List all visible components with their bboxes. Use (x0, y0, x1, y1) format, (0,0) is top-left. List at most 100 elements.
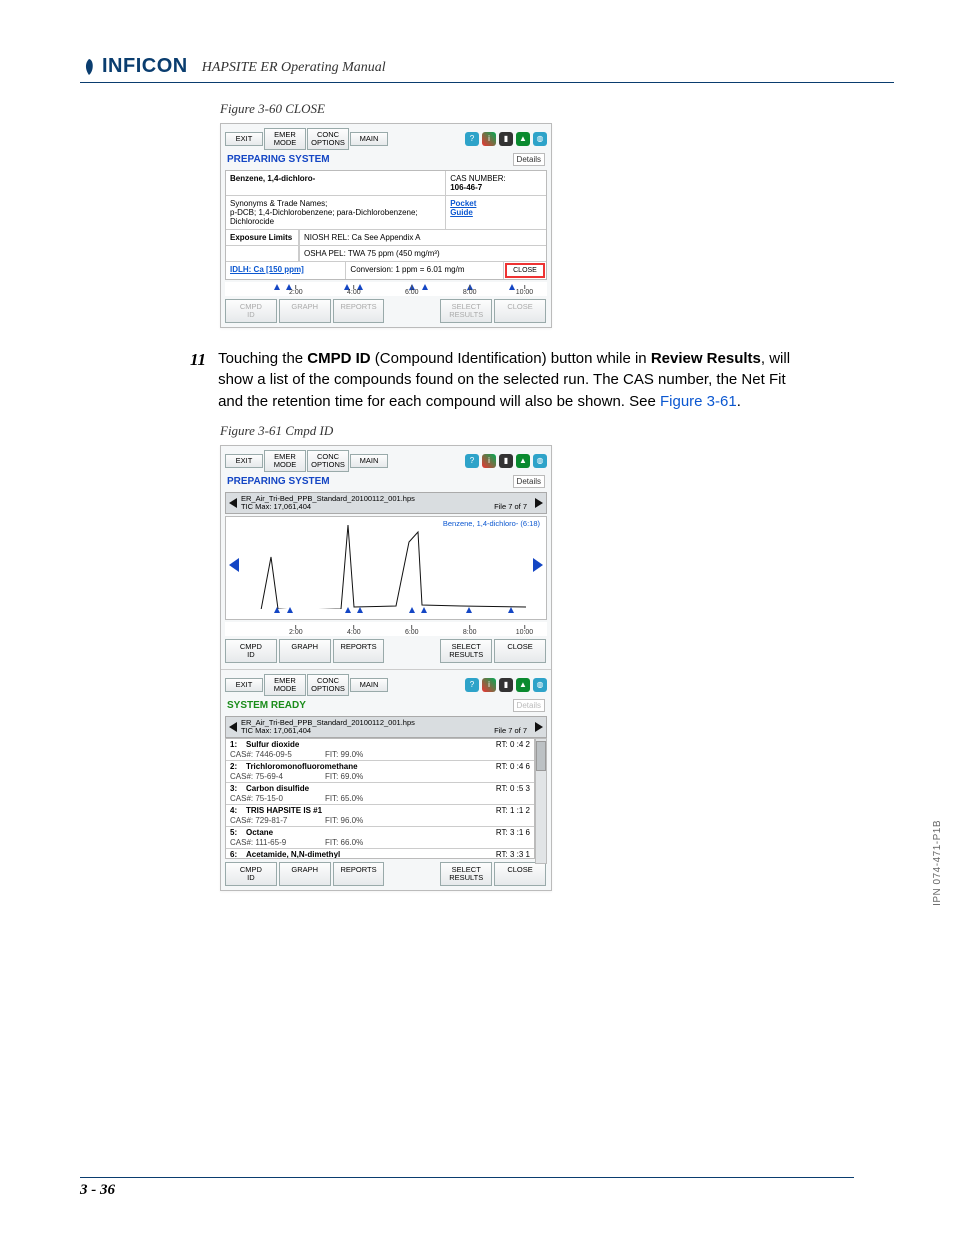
compound-row[interactable]: 5:OctaneRT: 3 :1 6CAS#: 111-65-9FIT: 66.… (226, 827, 534, 849)
pocket-guide-link[interactable]: PocketGuide (450, 199, 476, 217)
info-icon[interactable]: i (482, 678, 496, 692)
cmpd-id-button[interactable]: CMPD ID (225, 639, 277, 663)
emer-mode-button[interactable]: EMER MODE (264, 674, 306, 696)
synonyms-label: Synonyms & Trade Names; (230, 199, 327, 208)
exit-button[interactable]: EXIT (225, 678, 263, 692)
status-green-icon: ▲ (516, 678, 530, 692)
status-bar: PREPARING SYSTEM Details (221, 472, 551, 492)
status-green-icon: ▲ (516, 454, 530, 468)
page-footer: 3 - 36 (80, 1177, 854, 1199)
main-button[interactable]: MAIN (350, 132, 388, 146)
battery-icon: ▮ (499, 132, 513, 146)
select-results-button[interactable]: SELECT RESULTS (440, 862, 492, 886)
file-count: File 7 of 7 (494, 727, 527, 735)
close-button[interactable]: CLOSE (494, 639, 546, 663)
next-file-icon[interactable] (535, 498, 543, 508)
compound-row[interactable]: 1:Sulfur dioxideRT: 0 :4 2CAS#: 7446-09-… (226, 739, 534, 761)
bottom-toolbar: CMPD ID GRAPH REPORTS . SELECT RESULTS C… (225, 299, 547, 323)
time-axis: 2:00 4:00 6:00 8:00 10:00 (225, 622, 547, 636)
compound-row[interactable]: 4:TRIS HAPSITE IS #1RT: 1 :1 2CAS#: 729-… (226, 805, 534, 827)
figure-60-caption: Figure 3-60 CLOSE (220, 101, 894, 117)
ipn-code: IPN 074-471-P1B (932, 820, 943, 906)
scrollbar[interactable] (535, 738, 547, 864)
brand-text: INFICON (102, 55, 188, 78)
details-button[interactable]: Details (513, 153, 545, 166)
brand-logo: INFICON (80, 55, 188, 78)
manual-title: HAPSITE ER Operating Manual (202, 60, 386, 78)
help-icon[interactable]: ? (465, 678, 479, 692)
toolbar: EXIT EMER MODE CONC OPTIONS MAIN ? i ▮ ▲… (221, 669, 551, 696)
tic-max: TIC Max: 17,061,404 (241, 726, 311, 735)
help-icon[interactable]: ? (465, 132, 479, 146)
graph-button[interactable]: GRAPH (279, 639, 331, 663)
graph-button[interactable]: GRAPH (279, 862, 331, 886)
page-header: INFICON HAPSITE ER Operating Manual (80, 55, 894, 83)
prev-file-icon[interactable] (229, 498, 237, 508)
bottom-toolbar: CMPD ID GRAPH REPORTS . SELECT RESULTS C… (225, 639, 547, 663)
compound-list: 1:Sulfur dioxideRT: 0 :4 2CAS#: 7446-09-… (225, 738, 535, 859)
details-button[interactable]: Details (513, 699, 545, 712)
exit-button[interactable]: EXIT (225, 454, 263, 468)
file-header: ER_Air_Tri-Bed_PPB_Standard_20100112_001… (225, 716, 547, 739)
exposure-limits-label: Exposure Limits (226, 230, 299, 245)
close-button[interactable]: CLOSE (494, 862, 546, 886)
reports-button[interactable]: REPORTS (333, 862, 385, 886)
cas-label: CAS NUMBER: (450, 174, 506, 183)
close-button[interactable]: CLOSE (494, 299, 546, 323)
info-icon[interactable]: i (482, 454, 496, 468)
figure-link[interactable]: Figure 3-61 (660, 393, 737, 410)
battery-icon: ▮ (499, 454, 513, 468)
exit-button[interactable]: EXIT (225, 132, 263, 146)
chromatogram-chart: Benzene, 1,4-dichloro- (6:18) (225, 516, 547, 620)
prev-file-icon[interactable] (229, 722, 237, 732)
cmpd-id-button[interactable]: CMPD ID (225, 299, 277, 323)
niosh-rel: NIOSH REL: Ca See Appendix A (299, 230, 546, 245)
conc-options-button[interactable]: CONC OPTIONS (307, 128, 349, 150)
status-text: PREPARING SYSTEM (227, 476, 330, 487)
step-11-paragraph: 11 Touching the CMPD ID (Compound Identi… (190, 348, 810, 413)
status-text: SYSTEM READY (227, 700, 306, 711)
details-button[interactable]: Details (513, 475, 545, 488)
file-count: File 7 of 7 (494, 503, 527, 511)
info-icon[interactable]: i (482, 132, 496, 146)
bottom-toolbar: CMPD ID GRAPH REPORTS . SELECT RESULTS C… (225, 862, 547, 886)
status-bar: SYSTEM READY Details (221, 696, 551, 716)
emer-mode-button[interactable]: EMER MODE (264, 450, 306, 472)
figure-61-screenshot: EXIT EMER MODE CONC OPTIONS MAIN ? i ▮ ▲… (220, 445, 552, 891)
page-number: 3 - 36 (80, 1182, 115, 1198)
close-button-highlighted[interactable]: CLOSE (505, 263, 545, 278)
next-file-icon[interactable] (535, 722, 543, 732)
toolbar: EXIT EMER MODE CONC OPTIONS MAIN ? i ▮ ▲… (221, 446, 551, 472)
brand-icon (80, 58, 98, 76)
reports-button[interactable]: REPORTS (333, 639, 385, 663)
emer-mode-button[interactable]: EMER MODE (264, 128, 306, 150)
figure-60-screenshot: EXIT EMER MODE CONC OPTIONS MAIN ? i ▮ ▲… (220, 123, 552, 328)
main-button[interactable]: MAIN (350, 454, 388, 468)
compound-row[interactable]: 2:TrichloromonofluoromethaneRT: 0 :4 6CA… (226, 761, 534, 783)
compound-row[interactable]: 6:Acetamide, N,N-dimethylRT: 3 :3 1 (226, 849, 534, 858)
globe-icon[interactable]: ◍ (533, 132, 547, 146)
reports-button[interactable]: REPORTS (333, 299, 385, 323)
status-green-icon: ▲ (516, 132, 530, 146)
tic-max: TIC Max: 17,061,404 (241, 502, 311, 511)
globe-icon[interactable]: ◍ (533, 454, 547, 468)
status-text: PREPARING SYSTEM (227, 154, 330, 165)
globe-icon[interactable]: ◍ (533, 678, 547, 692)
main-button[interactable]: MAIN (350, 678, 388, 692)
conc-options-button[interactable]: CONC OPTIONS (307, 450, 349, 472)
conc-options-button[interactable]: CONC OPTIONS (307, 674, 349, 696)
select-results-button[interactable]: SELECT RESULTS (440, 299, 492, 323)
status-bar: PREPARING SYSTEM Details (221, 150, 551, 170)
help-icon[interactable]: ? (465, 454, 479, 468)
graph-button[interactable]: GRAPH (279, 299, 331, 323)
toolbar: EXIT EMER MODE CONC OPTIONS MAIN ? i ▮ ▲… (221, 124, 551, 150)
scrollbar-thumb[interactable] (536, 741, 546, 771)
idlh-link[interactable]: IDLH: Ca [150 ppm] (226, 262, 345, 279)
time-axis: 2:00 4:00 6:00 8:00 10:00 (225, 282, 547, 296)
file-header: ER_Air_Tri-Bed_PPB_Standard_20100112_001… (225, 492, 547, 515)
cmpd-id-button[interactable]: CMPD ID (225, 862, 277, 886)
compound-info-panel: Benzene, 1,4-dichloro- CAS NUMBER: 106-4… (225, 170, 547, 280)
battery-icon: ▮ (499, 678, 513, 692)
compound-row[interactable]: 3:Carbon disulfideRT: 0 :5 3CAS#: 75-15-… (226, 783, 534, 805)
select-results-button[interactable]: SELECT RESULTS (440, 639, 492, 663)
